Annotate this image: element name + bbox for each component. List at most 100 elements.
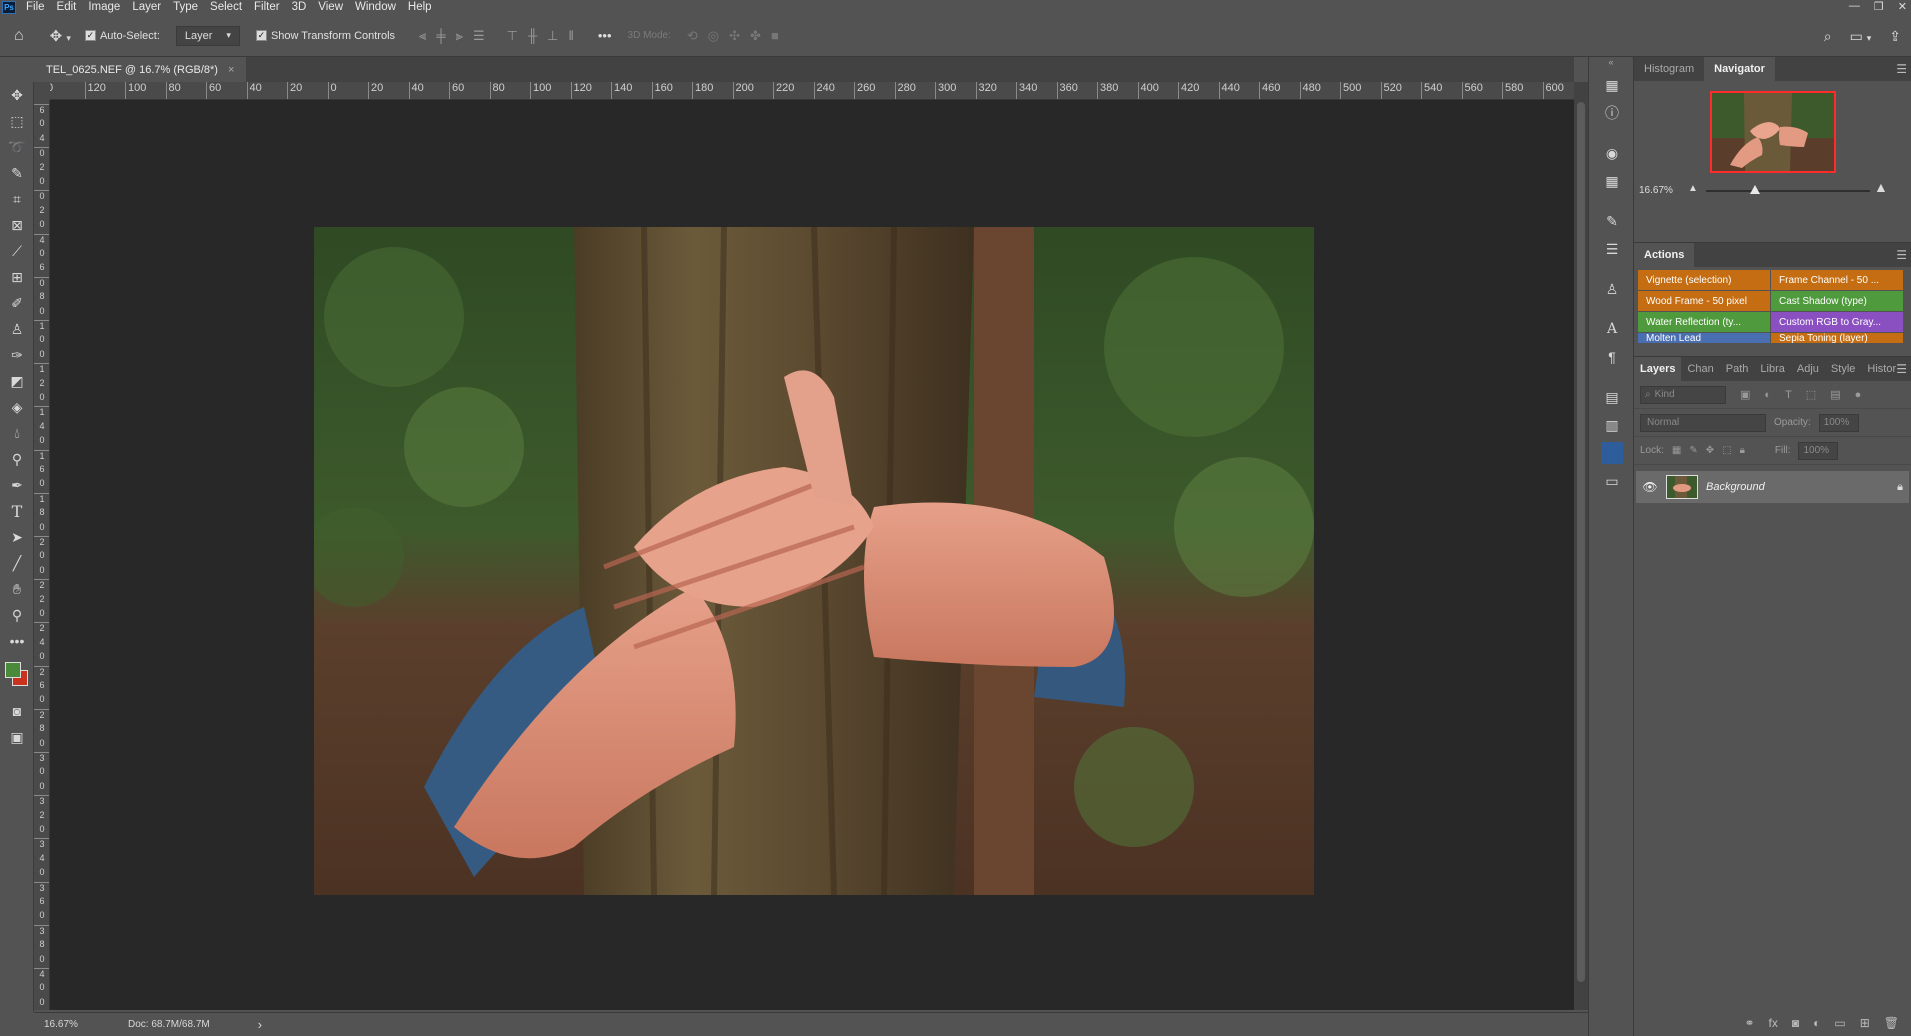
tab-style[interactable]: Style [1825,357,1861,381]
more-options-icon[interactable]: ••• [598,28,612,44]
adjustments-icon[interactable]: ☰ [1589,235,1635,263]
zoom-out-icon[interactable]: ▲ [1688,183,1698,194]
filter-toggle-icon[interactable]: ● [1855,389,1862,401]
align-left-icon[interactable]: ⫷ [419,28,426,44]
clone-stamp-tool-icon[interactable]: ♙ [0,316,34,342]
3d-panel-icon[interactable] [1589,439,1635,467]
slide-3d-icon[interactable]: ✤ [750,28,761,44]
collapse-icon[interactable]: « [1589,57,1633,71]
dodge-tool-icon[interactable]: ⚲ [0,446,34,472]
menu-help[interactable]: Help [402,0,438,15]
menu-window[interactable]: Window [349,0,402,15]
kind-filter-dropdown[interactable]: ⌕ Kind [1640,385,1726,404]
notes-panel-icon[interactable]: ▥ [1589,411,1635,439]
layer-style-icon[interactable]: fx [1769,1016,1778,1030]
panel-menu-icon[interactable]: ☰ [1896,248,1907,262]
home-icon[interactable]: ⌂ [14,27,24,45]
fill-input[interactable]: 100% [1798,441,1839,460]
color-panel-icon[interactable]: ◉ [1589,139,1635,167]
menu-image[interactable]: Image [82,0,126,15]
tab-adju[interactable]: Adju [1791,357,1825,381]
vertical-scrollbar[interactable] [1574,82,1588,1010]
align-middle-v-icon[interactable]: ╫ [528,28,537,44]
show-transform-controls-checkbox[interactable]: ✓ Show Transform Controls [255,30,395,42]
pixel-filter-icon[interactable]: ▣ [1740,388,1750,401]
lock-all-icon[interactable]: 🔒︎ [1740,445,1745,456]
link-layers-icon[interactable]: ⚭ [1744,1016,1754,1030]
tab-layers[interactable]: Layers [1634,357,1682,381]
delete-layer-icon[interactable]: 🗑︎ [1884,1016,1899,1030]
type-filter-icon[interactable]: T [1785,389,1792,401]
layer-row-background[interactable]: 👁︎ Background 🔒︎ [1636,471,1909,503]
panel-menu-icon[interactable]: ☰ [1896,362,1907,376]
menu-edit[interactable]: Edit [51,0,83,15]
distribute-h-icon[interactable]: ☰ [473,28,485,44]
healing-brush-tool-icon[interactable]: ⊞ [0,264,34,290]
opacity-input[interactable]: 100% [1818,413,1859,432]
action-button[interactable]: Water Reflection (ty... [1638,312,1770,332]
action-button[interactable]: Molten Lead [1638,333,1770,343]
layer-name[interactable]: Background [1706,481,1889,493]
foreground-color-swatch[interactable] [5,662,21,678]
align-top-icon[interactable]: ⊤ [507,28,518,44]
navigator-preview[interactable] [1710,91,1836,173]
distribute-v-icon[interactable]: ‖ [568,28,573,44]
tab-actions[interactable]: Actions [1634,243,1695,267]
gradients-panel-icon[interactable]: ▭ [1589,467,1635,495]
tab-chan[interactable]: Chan [1681,357,1719,381]
lasso-tool-icon[interactable]: ➰ [0,134,34,160]
tab-libra[interactable]: Libra [1754,357,1790,381]
canvas-area[interactable] [50,100,1574,1010]
orbit-3d-icon[interactable]: ⟲ [687,28,698,44]
lock-position-icon[interactable]: ✥ [1706,445,1714,456]
action-button[interactable]: Custom RGB to Gray... [1771,312,1903,332]
close-button[interactable]: ✕ [1898,0,1907,13]
action-button[interactable]: Frame Channel - 50 ... [1771,270,1903,290]
frame-tool-icon[interactable]: ⊠ [0,212,34,238]
shape-filter-icon[interactable]: ⬚ [1806,388,1816,401]
history-brush-tool-icon[interactable]: ✑ [0,342,34,368]
screen-mode-icon[interactable]: ▣ [0,724,34,750]
tab-histogram[interactable]: Histogram [1634,57,1704,81]
quick-mask-icon[interactable]: ◙ [0,698,34,724]
more-tools-icon[interactable]: ••• [0,628,34,654]
lock-artboard-icon[interactable]: ⬚ [1722,445,1731,456]
blend-mode-dropdown[interactable]: Normal [1640,413,1766,432]
navigator-zoom-slider[interactable] [1706,185,1870,194]
layer-lock-icon[interactable]: 🔒︎ [1897,481,1903,494]
navigator-zoom-value[interactable]: 16.67% [1639,185,1673,196]
tab-navigator[interactable]: Navigator [1704,57,1775,81]
paragraph-panel-icon[interactable]: ¶ [1589,343,1635,371]
document-tab[interactable]: TEL_0625.NEF @ 16.7% (RGB/8*) × [34,57,247,82]
blur-tool-icon[interactable]: 💧︎ [0,420,34,446]
visibility-eye-icon[interactable]: 👁︎ [1642,480,1658,494]
info-panel-icon[interactable]: ⓘ [1589,99,1635,127]
add-mask-icon[interactable]: ◙ [1792,1016,1799,1030]
zoom-level[interactable]: 16.67% [44,1019,104,1030]
properties-panel-icon[interactable]: ▤ [1589,383,1635,411]
align-center-h-icon[interactable]: ╪ [436,28,445,44]
brush-settings-icon[interactable]: ✎ [1589,207,1635,235]
menu-file[interactable]: File [20,0,51,15]
menu-select[interactable]: Select [204,0,248,15]
lock-transparent-icon[interactable]: ▦ [1672,445,1681,456]
pan-3d-icon[interactable]: ✣ [729,28,740,44]
crop-tool-icon[interactable]: ⌗ [0,186,34,212]
align-bottom-icon[interactable]: ⊥ [547,28,558,44]
marquee-tool-icon[interactable]: ⬚ [0,108,34,134]
menu-type[interactable]: Type [167,0,204,15]
paint-bucket-tool-icon[interactable]: ◈ [0,394,34,420]
eyedropper-tool-icon[interactable]: ⟋ [0,238,34,264]
adjustment-filter-icon[interactable]: ◐ [1764,389,1771,401]
document-image[interactable] [314,227,1314,895]
color-swatches[interactable] [0,654,34,698]
auto-select-checkbox[interactable]: ✓ Auto-Select: [84,30,160,42]
lock-pixels-icon[interactable]: ✎ [1689,445,1697,456]
path-select-tool-icon[interactable]: ➤ [0,524,34,550]
new-group-icon[interactable]: ▭ [1834,1016,1845,1030]
move-tool-preset-icon[interactable]: ✥ ▾ [50,27,71,45]
menu-filter[interactable]: Filter [248,0,286,15]
menu-layer[interactable]: Layer [126,0,167,15]
menu-view[interactable]: View [312,0,349,15]
restore-button[interactable]: ❐ [1874,0,1884,13]
